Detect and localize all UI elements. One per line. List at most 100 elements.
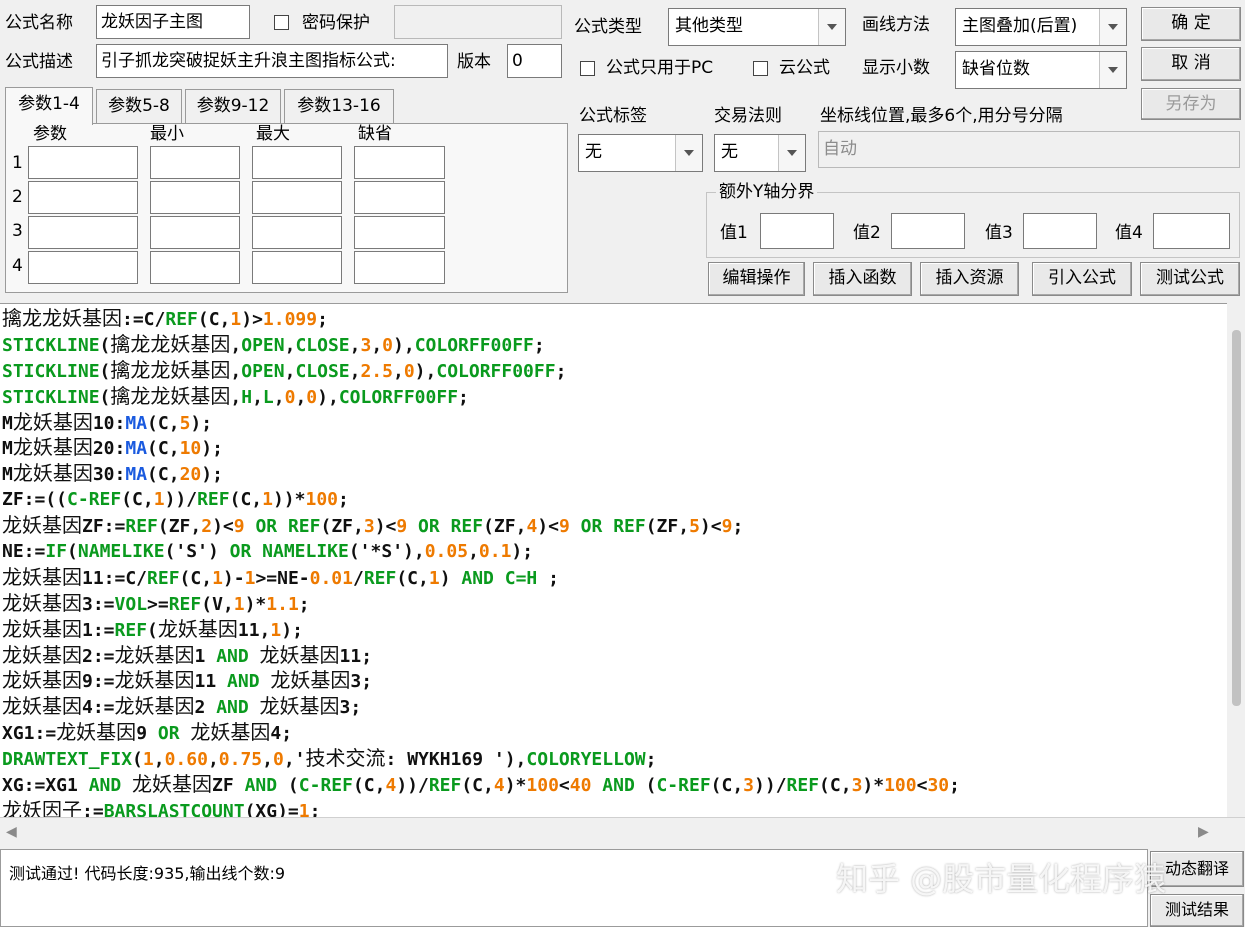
param-name-input[interactable] [28,251,138,284]
code-line: 龙妖基因4:=龙妖基因2 AND 龙妖基因3; [2,694,1215,720]
code-token: :=C/ [122,309,166,330]
code-token: >= [147,593,169,615]
code-token: 1 [153,489,165,511]
code-editor[interactable]: 擒龙龙妖基因:=C/REF(C,1)>1.099; STICKLINE(擒龙龙妖基… [0,303,1245,818]
param-default-input[interactable] [354,216,445,249]
draw-method-select[interactable]: 主图叠加(后置) [955,8,1127,46]
param-max-input[interactable] [252,216,342,249]
chevron-down-icon[interactable] [778,135,805,171]
chevron-down-icon[interactable] [818,9,845,45]
insert-resource-button[interactable]: 插入资源 [920,262,1019,296]
param-header-min: 最小 [150,124,184,144]
formula-type-select[interactable]: 其他类型 [668,8,846,46]
version-label: 版本 [457,52,491,72]
param-max-input[interactable] [252,251,342,284]
password-checkbox[interactable] [274,15,289,30]
code-token: C-REF [656,775,711,797]
code-line: 龙妖基因ZF:=REF(ZF,2)<9 OR REF(ZF,3)<9 OR RE… [2,513,1215,539]
chevron-down-icon[interactable] [675,135,702,171]
code-token: 2:= [82,645,115,667]
code-token: ), [414,360,437,382]
code-token: 龙妖基因 [114,642,195,667]
code-token: )< [699,516,722,538]
code-token: 0.75 [218,749,263,771]
value2-input[interactable] [891,213,965,249]
code-token: 11; [339,645,373,667]
code-token: 1 [212,567,223,589]
code-token: ); [281,619,303,641]
cancel-button[interactable]: 取 消 [1141,47,1241,81]
param-max-input[interactable] [252,146,342,179]
scroll-right-icon[interactable]: ▶ [1198,824,1209,840]
code-token: ( [99,334,111,356]
code-token: REF [363,567,397,589]
param-default-input[interactable] [354,251,445,284]
code-token: (C, [352,775,386,797]
save-as-button[interactable]: 另存为 [1141,88,1241,120]
param-max-input[interactable] [252,181,342,214]
param-min-input[interactable] [150,181,240,214]
formula-name-input[interactable]: 龙妖因子主图 [96,5,250,39]
formula-tag-select[interactable]: 无 [578,134,703,172]
scroll-left-icon[interactable]: ◀ [6,824,17,840]
code-line: M龙妖基因10:MA(C,5); [2,410,1215,436]
code-token: , [468,541,479,563]
tab-params-1-4[interactable]: 参数1-4 [5,87,93,125]
code-token: ZF:=(( [2,489,68,511]
code-token: ,' [283,749,306,771]
status-text: 测试通过! 代码长度:935,输出线个数:9 [9,864,286,883]
value3-input[interactable] [1023,213,1097,249]
param-min-input[interactable] [150,216,240,249]
param-min-input[interactable] [150,146,240,179]
code-token: OR [147,723,191,745]
code-token: 20: [92,438,126,460]
param-min-input[interactable] [150,251,240,284]
value1-input[interactable] [760,213,834,249]
horizontal-scrollbar[interactable]: ◀ ▶ [0,817,1245,848]
tab-params-5-8[interactable]: 参数5-8 [96,89,182,123]
param-default-input[interactable] [354,181,445,214]
code-token: 4:= [82,697,115,719]
formula-desc-input[interactable]: 引子抓龙突破捉妖主升浪主图指标公式: [96,44,448,78]
chevron-down-icon[interactable] [1099,52,1126,88]
value4-input[interactable] [1153,213,1230,249]
code-line: XG1:=龙妖基因9 OR 龙妖基因4; [2,720,1215,746]
code-token: 5 [689,516,700,538]
code-token: ('S') [164,541,219,563]
param-default-input[interactable] [354,146,445,179]
code-token: , [230,386,242,408]
code-token: < [916,775,928,797]
tab-params-9-12[interactable]: 参数9-12 [185,89,281,123]
edit-operation-button[interactable]: 编辑操作 [708,262,805,296]
code-token: AND [205,697,260,719]
code-token: ; [555,360,567,382]
cloud-checkbox[interactable] [753,61,768,76]
import-formula-button[interactable]: 引入公式 [1032,262,1132,296]
code-token: 龙妖基因 [2,616,82,641]
vertical-scroll-thumb[interactable] [1232,330,1241,706]
insert-function-button[interactable]: 插入函数 [813,262,912,296]
code-token: )* [244,593,267,615]
code-token: 20 [179,464,202,486]
code-token: ))* [272,489,306,511]
code-token: COLORFF00FF [414,334,534,356]
decimals-select[interactable]: 缺省位数 [955,51,1127,89]
param-name-input[interactable] [28,216,138,249]
pc-only-checkbox[interactable] [580,61,595,76]
tab-params-13-16[interactable]: 参数13-16 [284,89,394,123]
version-input[interactable]: 0 [507,44,562,78]
code-token: , [252,386,263,408]
param-name-input[interactable] [28,146,138,179]
code-token: 1.099 [262,309,318,330]
ok-button[interactable]: 确 定 [1141,7,1241,41]
code-token: STICKLINE [2,386,100,408]
code-token: 技术交流 [305,746,386,771]
code-line: DRAWTEXT_FIX(1,0.60,0.75,0,'技术交流: WYKH16… [2,746,1215,772]
trade-rule-select[interactable]: 无 [714,134,806,172]
code-token: ))/ [754,775,787,797]
code-line: STICKLINE(擒龙龙妖基因,OPEN,CLOSE,3,0),COLORFF… [2,332,1215,358]
test-formula-button[interactable]: 测试公式 [1140,262,1240,296]
param-name-input[interactable] [28,181,138,214]
chevron-down-icon[interactable] [1099,9,1126,45]
code-token: REF [428,775,462,797]
